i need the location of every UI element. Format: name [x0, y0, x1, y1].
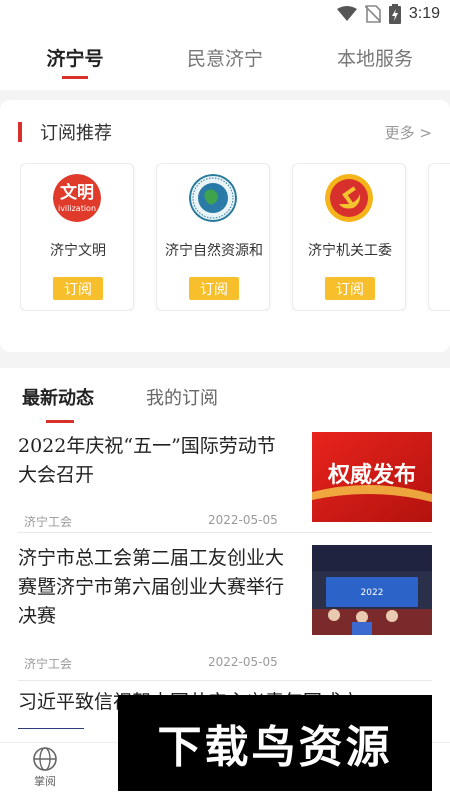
news-source: 济宁工会	[24, 515, 73, 529]
news-item[interactable]: 济宁市总工会第二届工友创业大赛暨济宁市第六届创业大赛举行决赛 济宁工会 2022…	[0, 542, 450, 680]
news-item[interactable]: 2022年庆祝“五一”国际劳动节大会召开 济宁工会 2022-05-05 权威发…	[0, 426, 450, 532]
account-name: 济宁自然资源和	[165, 243, 263, 259]
party-emblem-icon	[325, 174, 373, 222]
divider	[18, 680, 432, 681]
no-sim-icon	[364, 5, 381, 23]
logo-main-text: 文明	[60, 182, 94, 203]
tab-minyi-jining[interactable]: 民意济宁	[150, 30, 300, 90]
subscribe-recommend-card: 订阅推荐 更多 > 文明 ivilization 济宁文明 订阅 济宁自然资源和…	[0, 100, 450, 352]
section-accent-bar	[18, 122, 22, 142]
tab-jining-hao[interactable]: 济宁号	[0, 30, 150, 90]
account-name: 济宁机关工委	[308, 243, 392, 259]
watermark-banner: 下载鸟资源	[118, 695, 432, 791]
news-date: 2022-05-05	[208, 513, 278, 527]
news-title[interactable]: 2022年庆祝“五一”国际劳动节大会召开	[18, 432, 290, 490]
nav-label: 掌阅	[34, 775, 56, 788]
thumbnail-screen-text: 2022	[361, 588, 384, 598]
news-source: 济宁工会	[24, 657, 73, 671]
globe-emblem-icon	[189, 174, 237, 222]
account-card-partial[interactable]	[428, 163, 450, 311]
divider	[18, 728, 84, 729]
account-cards-row: 文明 ivilization 济宁文明 订阅 济宁自然资源和 订阅 济宁机关工委…	[20, 163, 450, 311]
section-title: 订阅推荐	[40, 123, 112, 144]
subscribe-button[interactable]: 订阅	[189, 277, 239, 300]
news-thumbnail[interactable]: 权威发布	[312, 432, 432, 522]
account-card-jiguan-gongwei[interactable]: 济宁机关工委 订阅	[292, 163, 406, 311]
divider	[18, 532, 432, 533]
active-tab-indicator	[46, 420, 74, 423]
tab-local-services[interactable]: 本地服务	[300, 30, 450, 90]
tab-my-subscriptions[interactable]: 我的订阅	[146, 384, 218, 410]
civilization-logo-icon: 文明 ivilization	[53, 174, 101, 222]
top-tab-bar: 济宁号 民意济宁 本地服务	[0, 30, 450, 90]
account-card-jining-wenming[interactable]: 文明 ivilization 济宁文明 订阅	[20, 163, 134, 311]
logo-sub-text: ivilization	[58, 204, 96, 213]
subscribe-button[interactable]: 订阅	[53, 277, 103, 300]
account-name: 济宁文明	[50, 243, 106, 259]
wifi-icon	[336, 6, 357, 21]
account-card-natural-resources[interactable]: 济宁自然资源和 订阅	[156, 163, 270, 311]
tab-latest-updates[interactable]: 最新动态	[22, 384, 94, 410]
subscribe-button[interactable]: 订阅	[325, 277, 375, 300]
status-icons: 3:19	[336, 4, 440, 24]
news-title[interactable]: 济宁市总工会第二届工友创业大赛暨济宁市第六届创业大赛举行决赛	[18, 544, 290, 631]
globe-icon	[33, 747, 57, 771]
section-header: 订阅推荐 更多 >	[18, 118, 432, 146]
thumbnail-headline: 权威发布	[327, 462, 416, 488]
battery-charging-icon	[388, 4, 401, 24]
feed-tab-bar: 最新动态 我的订阅	[0, 368, 450, 426]
nav-item-zhangyue[interactable]: 掌阅	[10, 743, 80, 800]
status-time: 3:19	[408, 5, 440, 22]
news-date: 2022-05-05	[208, 655, 278, 669]
news-thumbnail[interactable]: 2022	[312, 545, 432, 635]
status-bar: 3:19	[0, 0, 450, 30]
more-link[interactable]: 更多 >	[385, 122, 432, 143]
